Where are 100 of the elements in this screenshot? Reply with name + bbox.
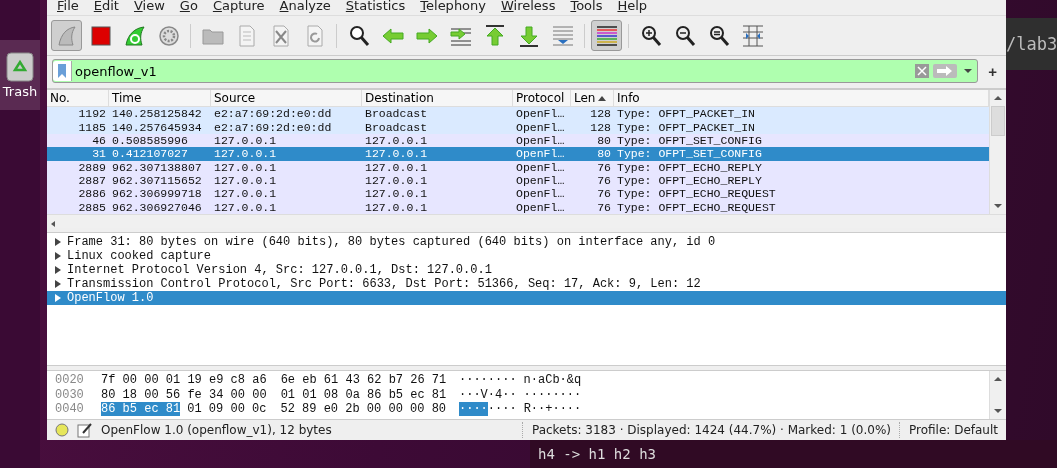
ascii-text: R··+···· bbox=[523, 402, 582, 417]
hex-bytes: 7f 00 00 01 19 e9 c8 a6 bbox=[101, 373, 267, 388]
column-header[interactable]: Protocol bbox=[513, 90, 571, 107]
ascii-text: ···· bbox=[487, 402, 517, 417]
table-cell-text: 127.0.0.1 bbox=[364, 147, 429, 161]
ascii-text: ········ bbox=[523, 387, 582, 402]
table-cell-text: 127.0.0.1 bbox=[364, 187, 429, 201]
stop-icon bbox=[88, 23, 113, 48]
clear-icon bbox=[915, 64, 930, 79]
hex-offset: 0020 bbox=[55, 373, 85, 388]
table-cell-text: OpenFl… bbox=[515, 160, 566, 174]
menu-item[interactable]: Statistics bbox=[345, 0, 406, 14]
detail-item[interactable]: OpenFlow 1.0 bbox=[47, 290, 1006, 305]
table-cell-text: 0.508585996 bbox=[111, 134, 189, 148]
table-cell-text: 127.0.0.1 bbox=[364, 173, 429, 188]
table-cell-text: e2:a7:69:2d:e0:dd bbox=[213, 120, 333, 135]
table-cell-text: Type: OFPT_ECHO_REQUEST bbox=[616, 200, 777, 214]
menu-item[interactable]: Go bbox=[179, 0, 198, 14]
table-cell-text: 2886 bbox=[77, 187, 107, 201]
packet-row[interactable]: 31 0.412107027 127.0.0.1 127.0.0.1 OpenFl… 80 Type: OFPT_SET_CONFIG bbox=[47, 147, 989, 161]
table-cell-text: 127.0.0.1 bbox=[213, 147, 278, 161]
table-cell-text: 76 bbox=[596, 160, 612, 174]
table-cell-text: 962.307115652 bbox=[111, 173, 203, 188]
packet-row[interactable]: 1192 140.258125842 e2:a7:69:2d:e0:dd Broadcast OpenFl… 128 Type: OFPT_PACKET_IN bbox=[47, 107, 989, 121]
menu-item[interactable]: View bbox=[133, 0, 165, 14]
trash-icon bbox=[6, 51, 34, 82]
packet-row[interactable]: 2886 962.306999718 127.0.0.1 127.0.0.1 OpenFl… 76 Type: OFPT_ECHO_REQUEST bbox=[47, 187, 989, 201]
detail-item[interactable]: Linux cooked capture bbox=[47, 248, 1006, 263]
table-cell-text: 80 bbox=[596, 147, 612, 161]
table-cell-text: 0.412107027 bbox=[111, 147, 189, 161]
profile-label[interactable]: Profile: Default bbox=[909, 422, 998, 437]
toolbar-button[interactable] bbox=[591, 20, 622, 52]
table-cell-text: 76 bbox=[596, 200, 612, 214]
table-cell-text: Type: OFPT_ECHO_REPLY bbox=[616, 173, 763, 188]
resize-columns-icon bbox=[740, 23, 765, 48]
table-cell-text: e2:a7:69:2d:e0:dd bbox=[213, 107, 333, 121]
table-cell-text: 31 bbox=[91, 147, 107, 161]
trash-label: Trash bbox=[2, 83, 38, 99]
gear-icon bbox=[156, 23, 181, 48]
filter-bar[interactable]: openflow_v1 bbox=[52, 59, 979, 84]
table-cell-text: 2887 bbox=[77, 173, 107, 188]
table-cell-text: 46 bbox=[91, 134, 107, 148]
table-cell-text: 1192 bbox=[77, 107, 107, 121]
menu-item[interactable]: Edit bbox=[93, 0, 119, 14]
add-filter-button[interactable]: + bbox=[984, 62, 1001, 80]
table-cell-text: 127.0.0.1 bbox=[213, 187, 278, 201]
table-cell-text: 2885 bbox=[77, 200, 107, 214]
status-dot-icon[interactable] bbox=[55, 422, 69, 437]
table-cell-text: OpenFl… bbox=[515, 134, 566, 148]
status-field: OpenFlow 1.0 (openflow_v1), 12 bytes bbox=[101, 422, 332, 437]
table-cell-text: OpenFl… bbox=[515, 200, 566, 214]
column-header[interactable]: Source bbox=[211, 90, 362, 107]
table-cell-text: Broadcast bbox=[364, 107, 429, 121]
menu-item[interactable]: Wireless bbox=[501, 0, 556, 14]
table-cell-text: 962.306999718 bbox=[111, 187, 203, 201]
table-cell-text: OpenFl… bbox=[515, 120, 566, 135]
trash-item[interactable]: Trash bbox=[0, 40, 40, 110]
table-cell-text: 127.0.0.1 bbox=[213, 173, 278, 188]
column-header[interactable]: Destination bbox=[362, 90, 513, 107]
column-header[interactable]: Len bbox=[571, 90, 614, 107]
detail-item[interactable]: Transmission Control Protocol, Src Port: 6633, Dst Port: 51366, Seq: 17, Ack: 9, Len: 12 bbox=[47, 276, 1006, 291]
edit-icon[interactable] bbox=[77, 421, 93, 438]
table-cell-text: 127.0.0.1 bbox=[213, 160, 278, 174]
clear-button[interactable] bbox=[913, 62, 932, 81]
hex-bytes: 80 18 00 56 fe 34 00 00 bbox=[101, 387, 267, 402]
ascii-text: ···· bbox=[459, 402, 488, 417]
terminal-line: h4 -> h1 h2 h3 bbox=[538, 446, 656, 462]
table-cell-text: 128 bbox=[589, 107, 612, 121]
hex-offset: 0040 bbox=[55, 402, 85, 417]
menu-item[interactable]: Telephony bbox=[420, 0, 486, 14]
table-cell-text: 128 bbox=[589, 120, 612, 135]
hex-bytes: 6e eb 61 43 62 b7 26 71 bbox=[280, 373, 447, 388]
packet-row[interactable]: 46 0.508585996 127.0.0.1 127.0.0.1 OpenFl… 80 Type: OFPT_SET_CONFIG bbox=[47, 134, 989, 148]
table-cell-text: Type: OFPT_ECHO_REPLY bbox=[616, 160, 763, 174]
table-cell-text: 76 bbox=[596, 173, 612, 188]
table-cell-text: 127.0.0.1 bbox=[213, 134, 278, 148]
table-cell-text: 2889 bbox=[77, 160, 107, 174]
column-header[interactable]: No. bbox=[47, 90, 109, 107]
menu-item[interactable]: Tools bbox=[570, 0, 603, 14]
column-header[interactable]: Time bbox=[109, 90, 211, 107]
table-cell-text: 962.306927046 bbox=[111, 200, 203, 214]
table-cell-text: 140.258125842 bbox=[111, 107, 203, 121]
menu-item[interactable]: Help bbox=[617, 0, 648, 14]
table-cell-text: 962.307138807 bbox=[111, 160, 203, 174]
bookmark-icon[interactable] bbox=[58, 64, 66, 79]
detail-item[interactable]: Frame 31: 80 bytes on wire (640 bits), 80 bytes captured (640 bits) on interface any, id 0 bbox=[47, 234, 1006, 249]
hex-offset: 0030 bbox=[55, 387, 85, 402]
table-cell-text: Type: OFPT_SET_CONFIG bbox=[616, 147, 763, 161]
table-cell-text: 127.0.0.1 bbox=[213, 200, 278, 214]
table-cell-text: 127.0.0.1 bbox=[364, 160, 429, 174]
hex-bytes: 86 b5 ec 81 bbox=[101, 402, 181, 417]
detail-item[interactable]: Internet Protocol Version 4, Src: 127.0.0.1, Dst: 127.0.0.1 bbox=[47, 262, 1006, 277]
hex-bytes: 52 89 e0 2b 00 00 00 80 bbox=[280, 402, 447, 417]
filter-field[interactable]: openflow_v1 bbox=[72, 60, 914, 83]
table-cell-text: Type: OFPT_ECHO_REQUEST bbox=[616, 187, 777, 201]
table-cell-text: 140.257645934 bbox=[111, 120, 203, 135]
menu-item[interactable]: Capture bbox=[212, 0, 265, 14]
menu-item[interactable]: Analyze bbox=[279, 0, 331, 14]
menu-item[interactable]: File bbox=[57, 0, 79, 14]
scrollbar-thumb[interactable] bbox=[991, 106, 1005, 137]
